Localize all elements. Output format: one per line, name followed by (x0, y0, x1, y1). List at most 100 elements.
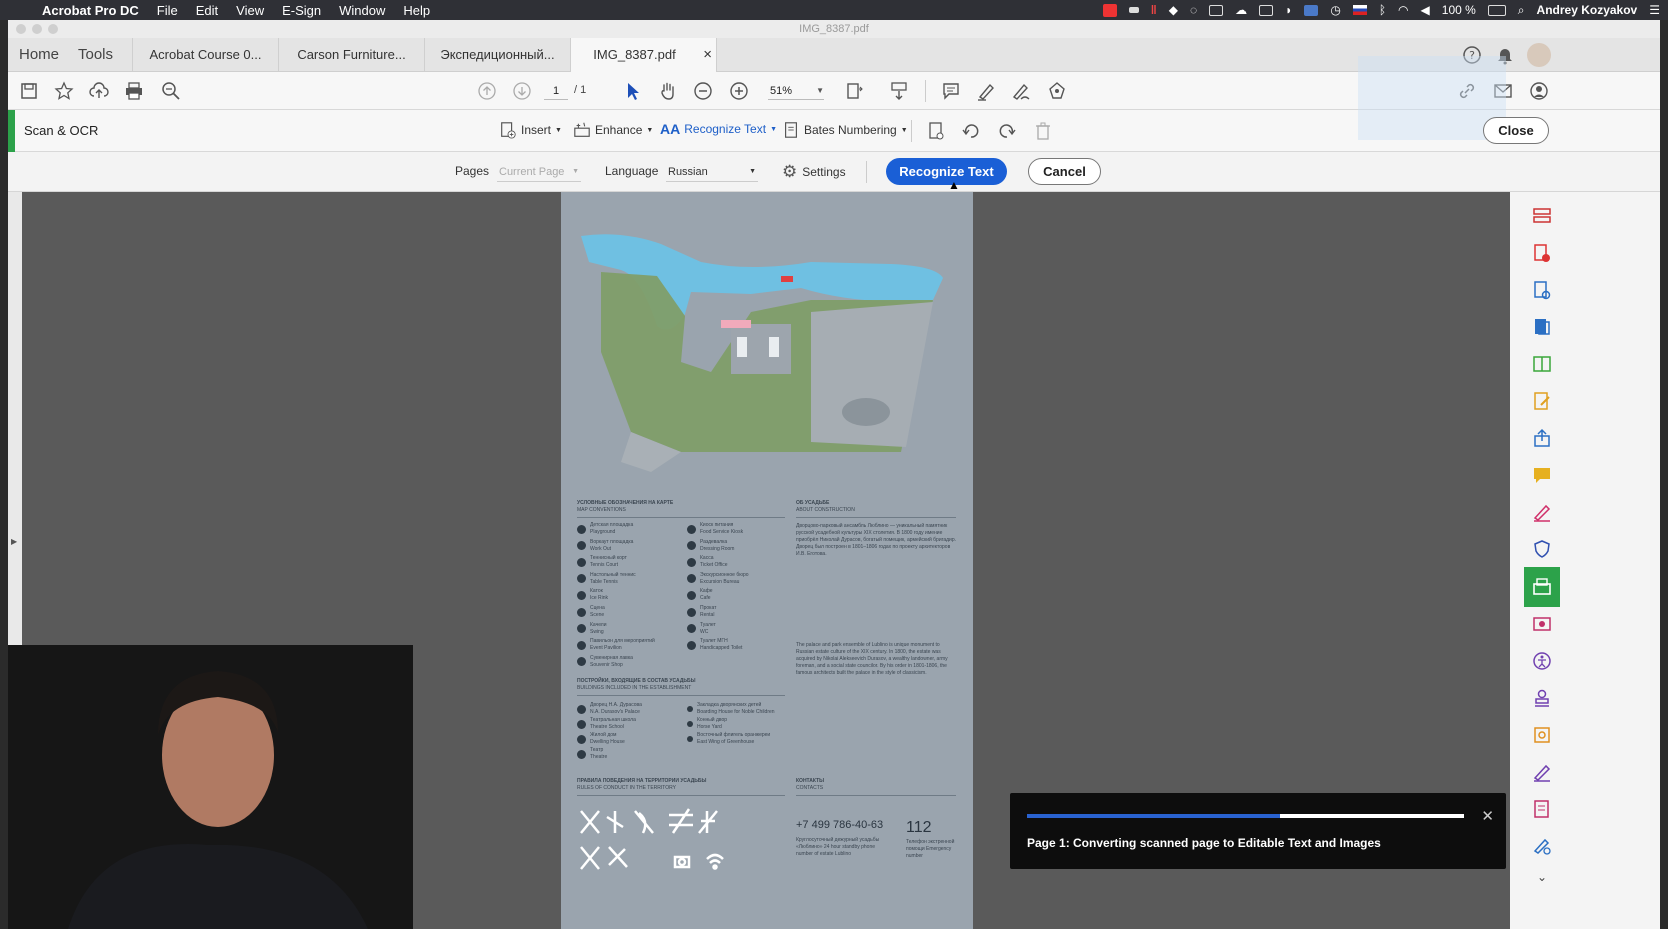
language-select[interactable]: Russian ▼ (666, 162, 758, 182)
section-rule (577, 517, 785, 518)
building-text: Восточный флигель оранжереи East Wing of … (697, 732, 770, 746)
close-icon[interactable]: ✕ (1481, 807, 1494, 825)
scan-ocr-tool-active[interactable] (1524, 567, 1560, 607)
tab-doc-expedition[interactable]: Экспедиционный... (425, 38, 571, 72)
sign-icon[interactable] (1010, 80, 1032, 102)
acrobat-status-icon[interactable] (1102, 3, 1117, 17)
sync-icon[interactable]: ◌ (1190, 3, 1197, 17)
avatar[interactable] (1527, 43, 1551, 67)
action-wizard-icon[interactable] (1532, 725, 1552, 745)
zoom-level-select[interactable]: 51% ▼ (768, 82, 824, 100)
menu-edit[interactable]: Edit (196, 3, 218, 18)
certificate-sign-icon[interactable] (1532, 762, 1552, 782)
mirror-icon[interactable] (1259, 4, 1274, 16)
chevron-down-icon[interactable]: ⌄ (1532, 870, 1552, 890)
settings-label: Settings (802, 165, 846, 179)
close-tool-button[interactable]: Close (1483, 117, 1549, 144)
bates-numbering-tool[interactable]: Bates Numbering ▼ (782, 121, 908, 139)
fit-page-icon[interactable] (843, 80, 865, 102)
prev-page-icon[interactable] (476, 80, 498, 102)
zoom-window-button[interactable] (48, 24, 58, 34)
accessibility-icon[interactable] (1532, 651, 1552, 671)
app-d-icon[interactable]: ◗ (1285, 3, 1292, 17)
comment-tool-icon[interactable] (1532, 465, 1552, 485)
save-icon[interactable] (18, 80, 40, 102)
scroll-mode-icon[interactable] (888, 80, 910, 102)
legend-item: Восточный флигель оранжереи East Wing of … (687, 732, 770, 746)
fill-sign-icon[interactable] (1532, 391, 1552, 411)
print-icon[interactable] (123, 80, 145, 102)
legend-symbol-icon (577, 574, 586, 584)
display-icon[interactable] (1128, 7, 1139, 13)
recognize-text-button[interactable]: Recognize Text (886, 158, 1007, 185)
pages-select[interactable]: Current Page ▼ (497, 162, 581, 182)
close-tab-icon[interactable]: × (703, 38, 712, 72)
battery-icon[interactable] (1487, 4, 1506, 16)
page-settings-icon[interactable] (925, 120, 947, 142)
minimize-window-button[interactable] (32, 24, 42, 34)
comment-icon[interactable] (940, 80, 962, 102)
tab-doc-carson[interactable]: Carson Furniture... (279, 38, 425, 72)
star-icon[interactable] (53, 80, 75, 102)
menu-esign[interactable]: E-Sign (282, 3, 321, 18)
spotlight-search-icon[interactable]: ⌕ (1518, 3, 1525, 18)
menu-window[interactable]: Window (339, 3, 385, 18)
screen-icon[interactable] (1209, 4, 1224, 16)
tab-home[interactable]: Home (19, 38, 59, 72)
title-bar: IMG_8387.pdf (8, 20, 1660, 38)
dropbox-icon[interactable]: ◆ (1169, 3, 1178, 17)
flag-icon[interactable] (1352, 5, 1367, 15)
recognize-text-tool[interactable]: AA Recognize Text ▼ (660, 121, 777, 137)
rich-media-icon[interactable] (1532, 614, 1552, 634)
share-user-icon[interactable] (1528, 80, 1550, 102)
hand-tool-icon[interactable] (657, 80, 679, 102)
cloud-icon[interactable]: ☁ (1235, 3, 1247, 17)
app-menu[interactable]: Acrobat Pro DC (42, 3, 139, 18)
user-name[interactable]: Andrey Kozyakov (1537, 3, 1638, 17)
zoom-search-icon[interactable] (160, 80, 182, 102)
share-export-icon[interactable] (1532, 428, 1552, 448)
rotate-right-icon[interactable] (996, 120, 1018, 142)
cancel-button[interactable]: Cancel (1028, 158, 1101, 185)
enhance-tool[interactable]: Enhance ▼ (573, 121, 653, 139)
time-machine-icon[interactable]: ◷ (1330, 3, 1340, 17)
notification-list-icon[interactable]: ☰ (1649, 3, 1660, 17)
volume-icon[interactable]: ◀ (1421, 3, 1430, 17)
rotate-left-icon[interactable] (960, 120, 982, 142)
emergency-number: 112 (906, 819, 932, 836)
bluetooth-icon[interactable]: ᛒ (1379, 3, 1386, 17)
menu-view[interactable]: View (236, 3, 264, 18)
stamp-edit-icon[interactable] (1046, 80, 1068, 102)
combine-files-icon[interactable] (1532, 354, 1552, 374)
zoom-in-icon[interactable] (728, 80, 750, 102)
select-arrow-icon[interactable] (622, 80, 644, 102)
next-page-icon[interactable] (511, 80, 533, 102)
stamp-icon[interactable] (1532, 688, 1552, 708)
create-pdf-icon[interactable] (1532, 243, 1552, 263)
highlight-pen-icon[interactable] (975, 80, 997, 102)
settings-button[interactable]: ⚙ Settings (782, 162, 846, 182)
organize-pages-icon[interactable] (1532, 206, 1552, 226)
delete-trash-icon[interactable] (1032, 120, 1054, 142)
protect-shield-icon[interactable] (1532, 539, 1552, 559)
pause-icon[interactable]: ‖ (1151, 3, 1157, 17)
tab-tools[interactable]: Tools (78, 38, 113, 72)
legend-text-ru: Павильон для мероприятий (590, 638, 655, 645)
tab-doc-img8387[interactable]: IMG_8387.pdf × (571, 38, 717, 73)
wifi-icon[interactable]: ◠ (1398, 3, 1408, 17)
page-number-input[interactable]: 1 (544, 82, 568, 100)
edit-pdf-icon[interactable] (1532, 280, 1552, 300)
menu-help[interactable]: Help (403, 3, 430, 18)
insert-tool[interactable]: Insert ▼ (499, 121, 562, 139)
close-window-button[interactable] (16, 24, 26, 34)
menu-file[interactable]: File (157, 3, 178, 18)
upload-cloud-icon[interactable] (88, 80, 110, 102)
tab-doc-acrobat-course[interactable]: Acrobat Course 0... (132, 38, 279, 72)
zoom-out-icon[interactable] (692, 80, 714, 102)
legend-text: Настольный теннис Table Tennis (590, 572, 636, 586)
prepare-form-icon[interactable] (1532, 799, 1552, 819)
fill-sign-tool-icon[interactable] (1532, 836, 1552, 856)
window-icon[interactable] (1304, 4, 1319, 16)
export-pdf-icon[interactable] (1532, 317, 1552, 337)
send-for-signature-icon[interactable] (1532, 502, 1552, 522)
